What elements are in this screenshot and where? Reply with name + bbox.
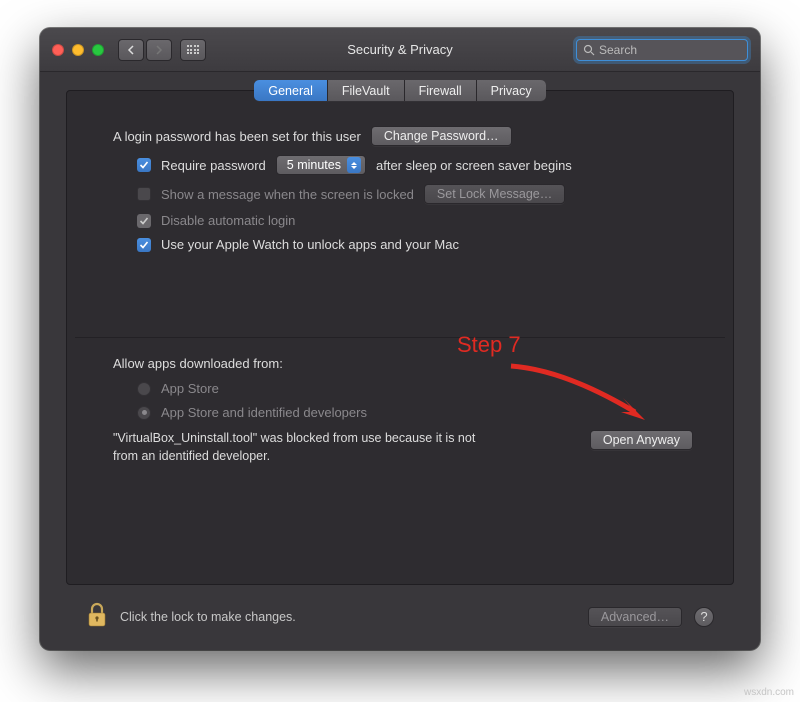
advanced-button[interactable]: Advanced… bbox=[588, 607, 682, 627]
content-area: General FileVault Firewall Privacy A log… bbox=[40, 72, 760, 650]
require-password-label: Require password bbox=[161, 158, 266, 173]
require-password-checkbox[interactable] bbox=[137, 158, 151, 172]
check-icon bbox=[139, 160, 149, 170]
radio-app-store bbox=[137, 382, 151, 396]
show-message-checkbox bbox=[137, 187, 151, 201]
login-password-set-label: A login password has been set for this u… bbox=[113, 129, 361, 144]
forward-button[interactable] bbox=[146, 39, 172, 61]
footer: Click the lock to make changes. Advanced… bbox=[66, 601, 734, 650]
blocked-app-message: "VirtualBox_Uninstall.tool" was blocked … bbox=[113, 430, 493, 465]
tab-filevault[interactable]: FileVault bbox=[328, 80, 405, 101]
back-button[interactable] bbox=[118, 39, 144, 61]
gatekeeper-section: Step 7 Allow apps downloaded from: App S… bbox=[67, 338, 733, 475]
radio-identified-developers-label: App Store and identified developers bbox=[161, 405, 367, 420]
zoom-window-button[interactable] bbox=[92, 44, 104, 56]
settings-panel: General FileVault Firewall Privacy A log… bbox=[66, 90, 734, 585]
tab-firewall[interactable]: Firewall bbox=[405, 80, 477, 101]
apple-watch-label: Use your Apple Watch to unlock apps and … bbox=[161, 237, 459, 252]
tab-general[interactable]: General bbox=[254, 80, 327, 101]
after-sleep-label: after sleep or screen saver begins bbox=[376, 158, 572, 173]
open-anyway-button[interactable]: Open Anyway bbox=[590, 430, 693, 450]
lock-button[interactable] bbox=[86, 601, 108, 632]
minimize-window-button[interactable] bbox=[72, 44, 84, 56]
search-icon bbox=[583, 44, 595, 56]
login-section: A login password has been set for this u… bbox=[67, 118, 733, 281]
updown-arrows-icon bbox=[347, 157, 361, 173]
search-field[interactable]: Search bbox=[576, 39, 748, 61]
require-password-delay-popup[interactable]: 5 minutes bbox=[276, 155, 366, 175]
tab-privacy[interactable]: Privacy bbox=[477, 80, 546, 101]
watermark: wsxdn.com bbox=[744, 687, 794, 698]
preferences-window: Security & Privacy Search General FileVa… bbox=[40, 28, 760, 650]
check-icon bbox=[139, 216, 149, 226]
disable-auto-login-checkbox bbox=[137, 214, 151, 228]
chevron-left-icon bbox=[127, 45, 135, 55]
show-all-button[interactable] bbox=[180, 39, 206, 61]
check-icon bbox=[139, 240, 149, 250]
apple-watch-checkbox[interactable] bbox=[137, 238, 151, 252]
grid-icon bbox=[187, 45, 200, 54]
lock-icon bbox=[86, 601, 108, 629]
show-message-label: Show a message when the screen is locked bbox=[161, 187, 414, 202]
radio-identified-developers bbox=[137, 406, 151, 420]
nav-buttons bbox=[118, 39, 172, 61]
help-button[interactable]: ? bbox=[694, 607, 714, 627]
disable-auto-login-label: Disable automatic login bbox=[161, 213, 295, 228]
gatekeeper-heading: Allow apps downloaded from: bbox=[113, 356, 693, 371]
lock-hint-text: Click the lock to make changes. bbox=[120, 610, 296, 624]
tab-bar: General FileVault Firewall Privacy bbox=[67, 80, 733, 101]
close-window-button[interactable] bbox=[52, 44, 64, 56]
window-controls bbox=[52, 44, 104, 56]
search-placeholder: Search bbox=[599, 43, 637, 57]
annotation-arrow-icon bbox=[505, 362, 665, 432]
titlebar: Security & Privacy Search bbox=[40, 28, 760, 72]
set-lock-message-button: Set Lock Message… bbox=[424, 184, 565, 204]
chevron-right-icon bbox=[155, 45, 163, 55]
change-password-button[interactable]: Change Password… bbox=[371, 126, 512, 146]
radio-app-store-label: App Store bbox=[161, 381, 219, 396]
